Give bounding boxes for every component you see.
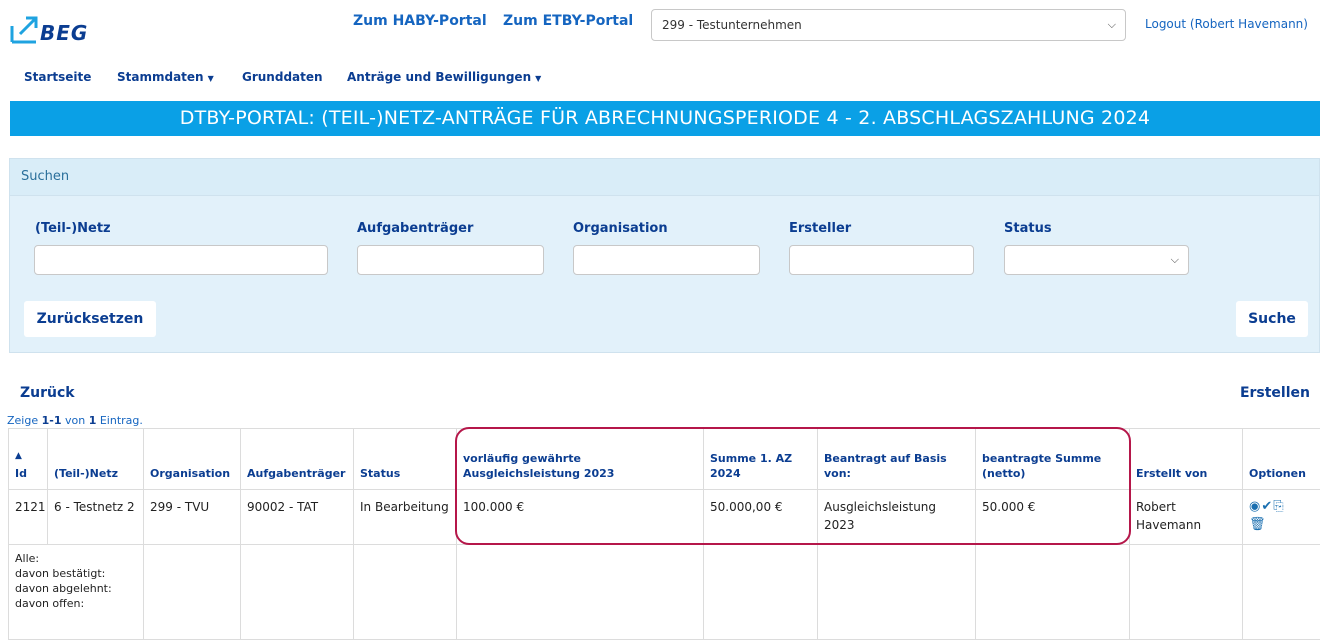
empty-cell: [144, 545, 241, 640]
cell-status: In Bearbeitung: [354, 490, 457, 545]
haby-portal-link[interactable]: Zum HABY-Portal: [353, 13, 487, 29]
chevron-down-icon: ⌵: [1108, 10, 1116, 40]
empty-cell: [457, 545, 704, 640]
main-navigation: Startseite Stammdaten ▼ Grunddaten Anträg…: [0, 70, 700, 88]
cell-erstellt-von: Robert Havemann: [1130, 490, 1243, 545]
page-title: DTBY-PORTAL: (TEIL-)NETZ-ANTRÄGE FÜR ABR…: [10, 101, 1320, 136]
caret-down-icon: ▼: [535, 74, 541, 83]
summary-mid: von: [61, 414, 88, 427]
column-label: Aufgabenträger: [247, 467, 345, 480]
summary-line-bestaetigt: davon bestätigt:: [15, 566, 137, 581]
column-label: Optionen: [1249, 467, 1306, 480]
column-header-erstellt-von[interactable]: Erstellt von: [1130, 429, 1243, 490]
summary-line-abgelehnt: davon abgelehnt:: [15, 581, 137, 596]
empty-cell: [976, 545, 1130, 640]
filter-organisation-input[interactable]: [573, 245, 760, 275]
result-summary: Zeige 1-1 von 1 Eintrag.: [7, 414, 143, 427]
export-icon[interactable]: ⎘: [1273, 499, 1283, 514]
reset-button[interactable]: Zurücksetzen: [24, 301, 156, 337]
search-button[interactable]: Suche: [1236, 301, 1308, 337]
beg-logo[interactable]: BEG: [10, 12, 100, 46]
nav-antraege[interactable]: Anträge und Bewilligungen ▼: [347, 70, 541, 84]
cell-id: 2121: [9, 490, 48, 545]
search-panel: Suchen (Teil-)Netz Aufgabenträger Organi…: [9, 158, 1320, 353]
empty-cell: [818, 545, 976, 640]
filter-label-ersteller: Ersteller: [789, 221, 851, 236]
summary-cell: Alle: davon bestätigt: davon abgelehnt: …: [9, 545, 144, 640]
empty-cell: [241, 545, 354, 640]
summary-line-alle: Alle:: [15, 551, 137, 566]
filter-label-status: Status: [1004, 221, 1052, 236]
search-heading: Suchen: [21, 169, 69, 184]
cell-netz: 6 - Testnetz 2: [48, 490, 144, 545]
back-link[interactable]: Zurück: [20, 385, 75, 401]
column-header-netz[interactable]: (Teil-)Netz: [48, 429, 144, 490]
filter-aufgabentraeger-input[interactable]: [357, 245, 544, 275]
summary-prefix: Zeige: [7, 414, 42, 427]
create-link[interactable]: Erstellen: [1240, 385, 1310, 401]
empty-cell: [354, 545, 457, 640]
chevron-down-icon: ⌵: [1171, 253, 1179, 267]
cell-optionen: ◉✔⎘ 🗑︎: [1243, 490, 1320, 545]
column-header-status[interactable]: Status: [354, 429, 457, 490]
filter-label-netz: (Teil-)Netz: [35, 221, 111, 236]
nav-grunddaten[interactable]: Grunddaten: [242, 70, 323, 84]
nav-startseite[interactable]: Startseite: [24, 70, 91, 84]
logo-text: BEG: [40, 21, 88, 45]
nav-label: Stammdaten: [117, 70, 204, 84]
column-label: Organisation: [150, 467, 230, 480]
nav-stammdaten[interactable]: Stammdaten ▼: [117, 70, 214, 84]
column-label: (Teil-)Netz: [54, 467, 118, 480]
column-header-id[interactable]: ▲ Id: [9, 429, 48, 490]
filter-status-select[interactable]: ⌵: [1004, 245, 1189, 275]
empty-cell: [1130, 545, 1243, 640]
cell-aufgabentraeger: 90002 - TAT: [241, 490, 354, 545]
column-header-aufgabentraeger[interactable]: Aufgabenträger: [241, 429, 354, 490]
caret-down-icon: ▼: [208, 74, 214, 83]
summary-suffix: Eintrag.: [96, 414, 143, 427]
nav-label: Anträge und Bewilligungen: [347, 70, 531, 84]
delete-icon[interactable]: 🗑︎: [1249, 517, 1266, 532]
etby-portal-link[interactable]: Zum ETBY-Portal: [503, 13, 633, 29]
column-label: Status: [360, 467, 400, 480]
sort-asc-icon: ▲: [15, 449, 41, 464]
empty-cell: [1243, 545, 1320, 640]
approve-icon[interactable]: ✔: [1261, 499, 1272, 514]
column-header-optionen: Optionen: [1243, 429, 1320, 490]
column-label: Erstellt von: [1136, 467, 1207, 480]
nav-label: Startseite: [24, 70, 91, 84]
filter-label-organisation: Organisation: [573, 221, 668, 236]
organisation-select-value: 299 - Testunternehmen: [662, 18, 802, 32]
highlight-frame: [455, 427, 1131, 545]
cell-organisation: 299 - TVU: [144, 490, 241, 545]
empty-cell: [704, 545, 818, 640]
filter-netz-input[interactable]: [34, 245, 328, 275]
view-icon[interactable]: ◉: [1249, 499, 1260, 514]
summary-range: 1-1: [42, 414, 62, 427]
filter-label-aufgabentraeger: Aufgabenträger: [357, 221, 473, 236]
filter-ersteller-input[interactable]: [789, 245, 974, 275]
column-label: Id: [15, 467, 27, 480]
nav-label: Grunddaten: [242, 70, 323, 84]
table-summary-row: Alle: davon bestätigt: davon abgelehnt: …: [9, 545, 1320, 640]
logout-link[interactable]: Logout (Robert Havemann): [1145, 17, 1308, 31]
organisation-select[interactable]: 299 - Testunternehmen ⌵: [651, 9, 1126, 41]
search-panel-header: Suchen: [10, 159, 1319, 196]
column-header-organisation[interactable]: Organisation: [144, 429, 241, 490]
summary-line-offen: davon offen:: [15, 596, 137, 611]
